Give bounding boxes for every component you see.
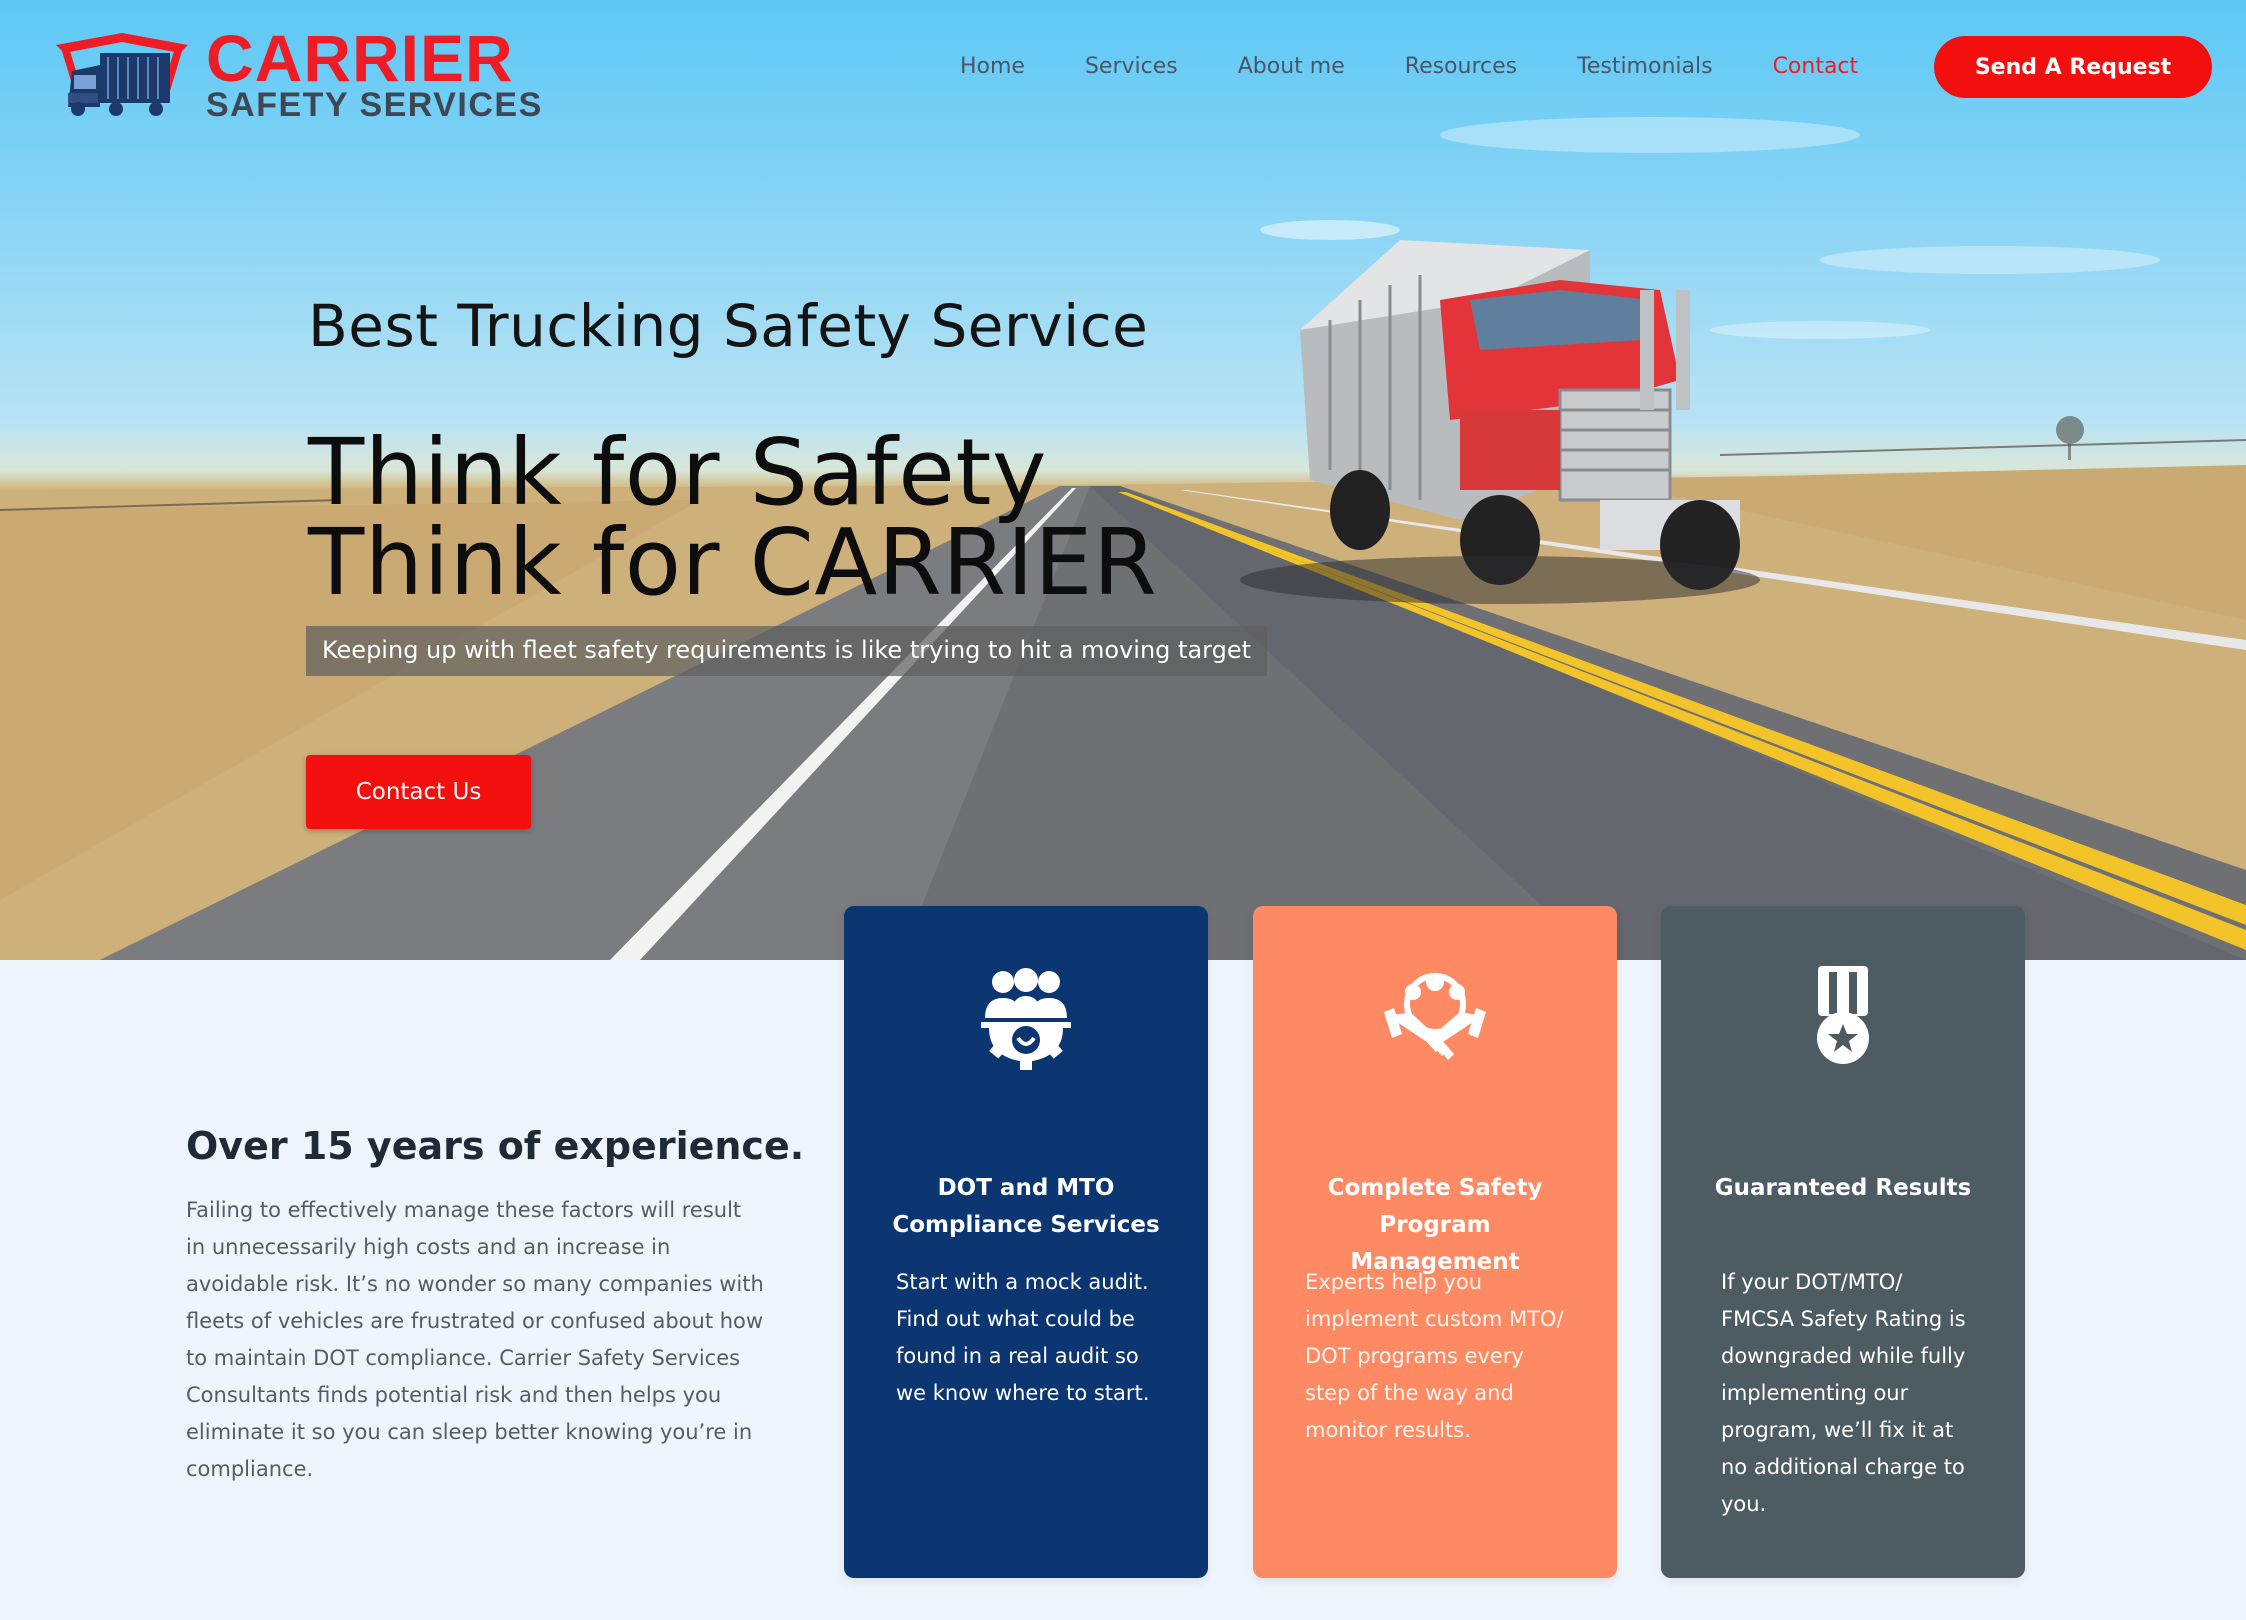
handshake-icon [1384,973,1486,1060]
team-gear-icon [981,968,1071,1070]
service-card-safety-program[interactable]: Complete Safety Program Management Exper… [1253,906,1617,1578]
nav-testimonials[interactable]: Testimonials [1547,48,1742,85]
medal-icon [1817,966,1869,1064]
experience-description: Failing to effectively manage these fact… [186,1198,764,1481]
hero-title-line-1: Think for Safety [308,419,1047,526]
hero-title: Think for Safety Think for CARRIER [308,419,1158,616]
card-description: If your DOT/MTO/ FMCSA Safety Rating is … [1721,1270,1966,1516]
hero-title-line-2: Think for CARRIER [308,509,1158,616]
nav-home[interactable]: Home [930,48,1055,85]
card-title: DOT and MTO Compliance Services [892,1175,1160,1238]
card-title: Guaranteed Results [1714,1175,1972,1201]
experience-heading: Over 15 years of experience. [186,1124,805,1168]
card-description: Start with a mock audit. Find out what c… [896,1270,1150,1405]
hero-subtitle: Best Trucking Safety Service [308,292,1149,360]
site-logo[interactable]: CARRIER SAFETY SERVICES [52,21,543,124]
card-description: Experts help you implement custom MTO/ D… [1305,1270,1564,1442]
nav-about-me[interactable]: About me [1208,48,1375,85]
nav-contact[interactable]: Contact [1743,48,1889,85]
service-card-compliance[interactable]: DOT and MTO Compliance Services Start wi… [844,906,1208,1578]
service-card-guaranteed-results[interactable]: Guaranteed Results If your DOT/MTO/ FMCS… [1661,906,2025,1578]
logo-name-top: CARRIER [206,21,514,95]
nav-services[interactable]: Services [1055,48,1208,85]
send-request-button[interactable]: Send A Request [1934,36,2212,98]
truck-logo-icon [56,33,188,116]
nav-resources[interactable]: Resources [1375,48,1547,85]
hero-section: CARRIER SAFETY SERVICES Home Services Ab… [0,0,2246,960]
contact-us-button[interactable]: Contact Us [306,755,531,829]
hero-tagline: Keeping up with fleet safety requirement… [306,626,1268,676]
logo-name-bottom: SAFETY SERVICES [206,86,543,124]
main-navigation: Home Services About me Resources Testimo… [930,48,1888,85]
